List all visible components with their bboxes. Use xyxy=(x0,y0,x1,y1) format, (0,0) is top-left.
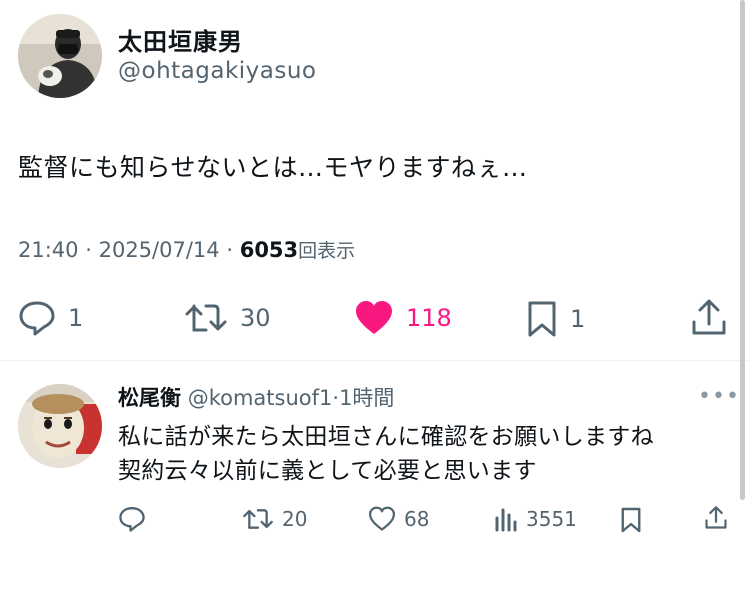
heart-icon xyxy=(356,301,392,334)
reply-views-button[interactable]: 3551 xyxy=(494,506,577,532)
author-avatar[interactable] xyxy=(18,14,102,98)
meta-separator: · xyxy=(226,238,234,262)
retweet-button[interactable]: 30 xyxy=(184,300,271,336)
scrollbar-thumb[interactable] xyxy=(740,0,745,500)
reply-time[interactable]: 1時間 xyxy=(339,386,394,410)
tweet-date[interactable]: 2025/07/14 xyxy=(99,238,220,262)
bookmark-icon xyxy=(621,507,641,533)
reply-text-line: 私に話が来たら太田垣さんに確認をお願いしますね xyxy=(118,424,654,450)
divider xyxy=(0,360,750,361)
views-icon xyxy=(495,508,517,532)
meta-separator: · xyxy=(85,238,92,262)
share-button[interactable] xyxy=(690,298,728,338)
author-name[interactable]: 太田垣康男 xyxy=(118,22,243,57)
reply-retweet-count: 20 xyxy=(282,507,308,531)
bookmark-icon xyxy=(528,301,556,337)
share-icon xyxy=(692,299,726,335)
reply-retweet-button[interactable]: 20 xyxy=(242,506,307,532)
reply-view-count: 3551 xyxy=(526,507,577,531)
retweet-count: 30 xyxy=(240,304,271,332)
reply-icon xyxy=(19,301,55,336)
more-icon[interactable]: ••• xyxy=(698,384,740,409)
view-count: 6053 xyxy=(239,238,299,262)
reply-icon xyxy=(119,507,145,532)
reply-share-button[interactable] xyxy=(704,504,728,532)
reply-like-count: 68 xyxy=(404,507,430,531)
tweet-time[interactable]: 21:40 xyxy=(18,238,79,262)
like-count: 118 xyxy=(406,304,452,332)
tweet-text: 監督にも知らせないとは…モヤりますねぇ… xyxy=(18,153,528,182)
heart-icon xyxy=(368,506,396,531)
reply-author-line: 松尾衡 @komatsuof1·1時間 xyxy=(118,382,394,412)
bookmark-button[interactable]: 1 xyxy=(526,300,585,338)
reply-button[interactable]: 1 xyxy=(18,300,83,336)
tweet-meta: 21:40 · 2025/07/14 · 6053回表示 xyxy=(18,236,355,263)
author-handle[interactable]: @ohtagakiyasuo xyxy=(118,58,317,84)
retweet-icon xyxy=(185,304,227,332)
retweet-icon xyxy=(243,509,273,529)
reply-avatar[interactable] xyxy=(18,384,102,468)
view-label: 回表示 xyxy=(298,240,356,262)
reply-like-button[interactable]: 68 xyxy=(368,506,429,532)
reply-count: 1 xyxy=(68,304,84,332)
reply-text: 私に話が来たら太田垣さんに確認をお願いしますね 契約云々以前に義として必要と思い… xyxy=(118,420,654,488)
reply-reply-button[interactable] xyxy=(118,506,146,532)
reply-text-line: 契約云々以前に義として必要と思います xyxy=(118,458,537,484)
share-icon xyxy=(705,506,727,529)
reply-author-name[interactable]: 松尾衡 xyxy=(118,386,181,410)
like-button[interactable]: 118 xyxy=(354,300,452,336)
reply-author-handle[interactable]: @komatsuof1 xyxy=(188,386,333,410)
bookmark-count: 1 xyxy=(570,305,586,333)
reply-bookmark-button[interactable] xyxy=(620,506,642,534)
